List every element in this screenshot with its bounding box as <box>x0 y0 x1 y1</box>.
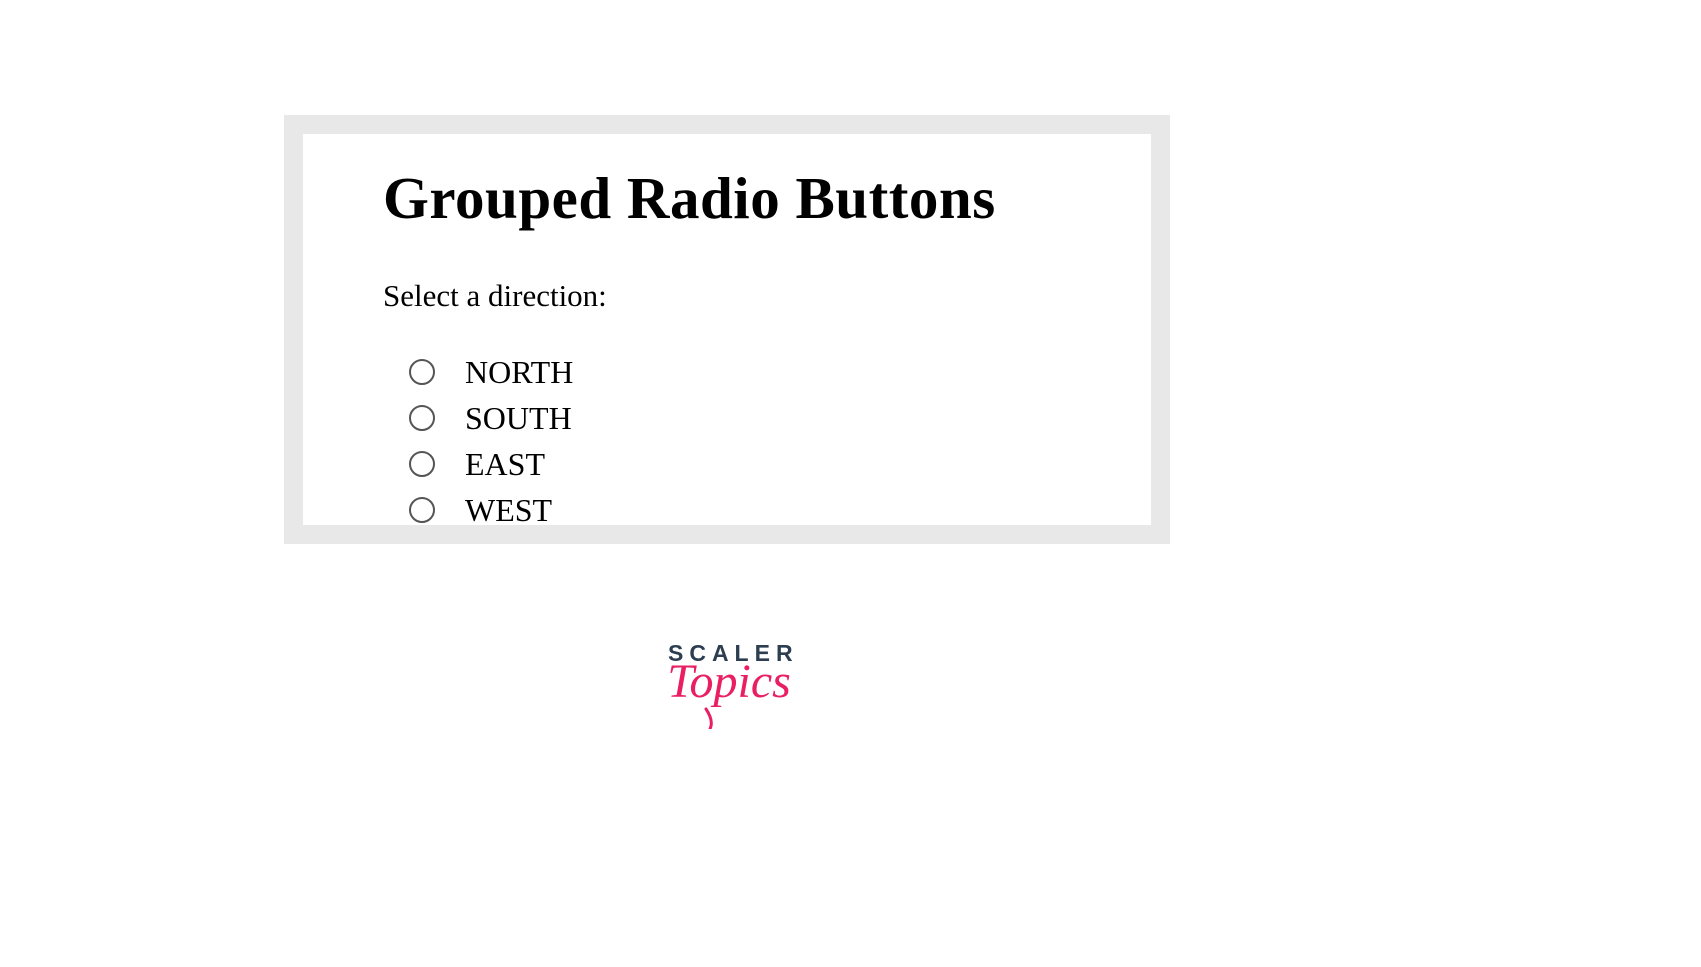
radio-south[interactable] <box>409 405 435 431</box>
radio-option-north: NORTH <box>409 352 1071 392</box>
svg-text:Topics: Topics <box>668 659 790 708</box>
radio-label-south[interactable]: SOUTH <box>465 400 572 437</box>
scaler-topics-logo: SCALER Topics <box>668 642 790 740</box>
radio-label-west[interactable]: WEST <box>465 492 552 526</box>
radio-label-east[interactable]: EAST <box>465 446 545 483</box>
logo-text-bottom: Topics <box>668 659 790 734</box>
page-title: Grouped Radio Buttons <box>383 164 1071 233</box>
radio-east[interactable] <box>409 451 435 477</box>
form-prompt: Select a direction: <box>383 278 1071 314</box>
radio-west[interactable] <box>409 497 435 523</box>
example-frame: Grouped Radio Buttons Select a direction… <box>284 115 1170 544</box>
radio-option-east: EAST <box>409 444 1071 484</box>
radio-option-south: SOUTH <box>409 398 1071 438</box>
example-card: Grouped Radio Buttons Select a direction… <box>303 134 1151 525</box>
radio-option-west: WEST <box>409 490 1071 525</box>
radio-group: NORTH SOUTH EAST WEST <box>383 352 1071 525</box>
radio-label-north[interactable]: NORTH <box>465 354 573 391</box>
radio-north[interactable] <box>409 359 435 385</box>
